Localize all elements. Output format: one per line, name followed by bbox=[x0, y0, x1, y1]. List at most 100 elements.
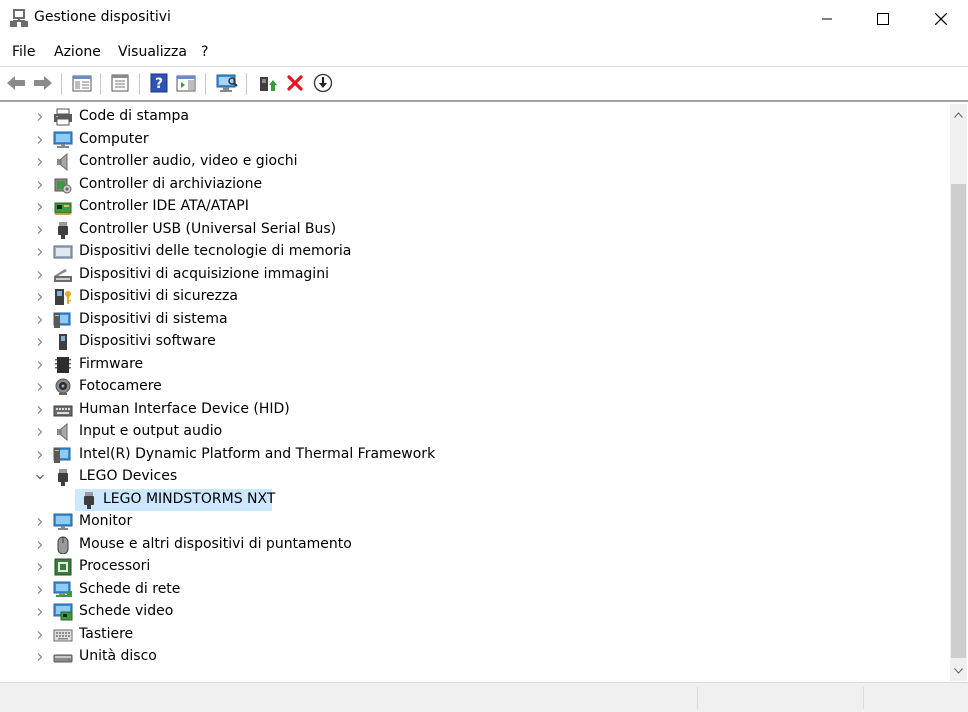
uninstall-device-button[interactable] bbox=[283, 70, 307, 96]
forward-arrow-icon bbox=[34, 76, 52, 90]
properties-button[interactable] bbox=[108, 70, 132, 96]
tree-item-label: Code di stampa bbox=[79, 108, 189, 124]
hid-keyboard-icon bbox=[53, 405, 73, 416]
tree-category-item[interactable]: Dispositivi di sicurezza bbox=[1, 286, 941, 308]
chevron-right-icon[interactable] bbox=[34, 291, 46, 303]
back-button[interactable] bbox=[4, 70, 28, 96]
device-tree[interactable]: Code di stampa Computer Controller audio, … bbox=[1, 104, 950, 681]
chevron-right-icon[interactable] bbox=[34, 201, 46, 213]
tree-category-item[interactable]: Controller IDE ATA/ATAPI bbox=[1, 196, 941, 218]
menu-visualizza[interactable]: Visualizza bbox=[118, 44, 187, 60]
tree-item-label: Monitor bbox=[79, 513, 133, 529]
network-adapter-icon bbox=[53, 581, 72, 597]
chevron-right-icon[interactable] bbox=[34, 449, 46, 461]
tree-category-item[interactable]: Human Interface Device (HID) bbox=[1, 399, 941, 421]
minimize-button[interactable] bbox=[804, 0, 850, 38]
chevron-right-icon[interactable] bbox=[34, 156, 46, 168]
chevron-right-icon[interactable] bbox=[34, 269, 46, 281]
chevron-right-icon[interactable] bbox=[34, 516, 46, 528]
status-bar bbox=[0, 682, 968, 712]
keyboard-icon bbox=[53, 629, 73, 641]
tree-category-item[interactable]: Dispositivi delle tecnologie di memoria bbox=[1, 241, 941, 263]
chevron-right-icon[interactable] bbox=[34, 336, 46, 348]
tree-category-item[interactable]: Computer bbox=[1, 129, 941, 151]
tree-category-item[interactable]: Dispositivi di sistema bbox=[1, 309, 941, 331]
tree-category-item[interactable]: Schede video bbox=[1, 601, 941, 623]
chevron-right-icon[interactable] bbox=[34, 359, 46, 371]
speaker-icon bbox=[57, 423, 68, 441]
show-hide-console-tree-icon bbox=[72, 75, 92, 92]
chevron-right-icon[interactable] bbox=[34, 134, 46, 146]
menu-help[interactable]: ? bbox=[201, 44, 208, 60]
tree-category-item[interactable]: Dispositivi software bbox=[1, 331, 941, 353]
forward-button[interactable] bbox=[31, 70, 55, 96]
device-manager-icon bbox=[10, 9, 28, 27]
chevron-right-icon[interactable] bbox=[34, 179, 46, 191]
tree-category-item[interactable]: Fotocamere bbox=[1, 376, 941, 398]
software-device-icon bbox=[59, 334, 67, 350]
tree-category-item[interactable]: Processori bbox=[1, 556, 941, 578]
tree-category-item[interactable]: Unità disco bbox=[1, 646, 941, 668]
tree-child-item[interactable]: LEGO MINDSTORMS NXT bbox=[1, 488, 941, 511]
chevron-right-icon[interactable] bbox=[34, 561, 46, 573]
help-button[interactable]: ? bbox=[147, 70, 171, 96]
chevron-right-icon[interactable] bbox=[34, 584, 46, 596]
tree-category-item[interactable]: Controller USB (Universal Serial Bus) bbox=[1, 219, 941, 241]
toolbar-separator bbox=[205, 73, 206, 95]
close-button[interactable] bbox=[918, 0, 964, 38]
tree-category-item[interactable]: LEGO Devices bbox=[1, 466, 941, 488]
tree-item-label: Dispositivi di acquisizione immagini bbox=[79, 265, 329, 282]
firmware-chip-icon bbox=[55, 356, 71, 373]
tree-item-label: Schede video bbox=[79, 603, 174, 619]
tree-category-item[interactable]: Schede di rete bbox=[1, 579, 941, 601]
chevron-right-icon[interactable] bbox=[34, 629, 46, 641]
tree-category-item[interactable]: Tastiere bbox=[1, 624, 941, 646]
tree-item-label: Schede di rete bbox=[79, 580, 181, 597]
tree-item-label: Tastiere bbox=[79, 625, 134, 642]
tree-category-item[interactable]: Controller di archiviazione bbox=[1, 174, 941, 196]
tree-category-item[interactable]: Controller audio, video e giochi bbox=[1, 151, 941, 173]
tree-item-label: Dispositivi delle tecnologie di memoria bbox=[79, 243, 352, 259]
update-driver-button[interactable] bbox=[255, 70, 279, 96]
scroll-down-button[interactable] bbox=[950, 662, 967, 679]
title-bar: Gestione dispositivi bbox=[0, 0, 968, 38]
chevron-right-icon[interactable] bbox=[34, 404, 46, 416]
chevron-right-icon[interactable] bbox=[34, 224, 46, 236]
tree-item-label: Intel(R) Dynamic Platform and Thermal Fr… bbox=[79, 445, 436, 462]
tree-category-item[interactable]: Firmware bbox=[1, 354, 941, 376]
tree-category-item[interactable]: Intel(R) Dynamic Platform and Thermal Fr… bbox=[1, 444, 941, 466]
update-driver-icon bbox=[260, 77, 277, 91]
chevron-right-icon[interactable] bbox=[34, 539, 46, 551]
scan-hardware-button[interactable] bbox=[215, 70, 239, 96]
uninstall-device-icon bbox=[287, 75, 303, 91]
chevron-right-icon[interactable] bbox=[34, 606, 46, 618]
tree-item-label: Mouse e altri dispositivi di puntamento bbox=[79, 535, 352, 552]
action-pane-button[interactable] bbox=[174, 70, 198, 96]
tree-category-item[interactable]: Dispositivi di acquisizione immagini bbox=[1, 264, 941, 286]
menu-azione[interactable]: Azione bbox=[54, 44, 101, 60]
tree-item-label: Firmware bbox=[79, 355, 144, 372]
scroll-up-button[interactable] bbox=[950, 106, 967, 123]
chevron-right-icon[interactable] bbox=[34, 381, 46, 393]
chevron-right-icon[interactable] bbox=[34, 426, 46, 438]
chevron-right-icon[interactable] bbox=[34, 246, 46, 258]
tree-category-item[interactable]: Mouse e altri dispositivi di puntamento bbox=[1, 534, 941, 556]
chevron-right-icon[interactable] bbox=[34, 111, 46, 123]
menu-file[interactable]: File bbox=[12, 44, 35, 60]
maximize-button[interactable] bbox=[860, 0, 906, 38]
minimize-icon bbox=[822, 18, 832, 20]
scroll-thumb[interactable] bbox=[951, 184, 966, 658]
chevron-right-icon[interactable] bbox=[34, 314, 46, 326]
tree-category-item[interactable]: Monitor bbox=[1, 511, 941, 533]
properties-icon bbox=[111, 74, 129, 92]
monitor-icon bbox=[53, 513, 73, 530]
chevron-right-icon[interactable] bbox=[34, 651, 46, 663]
chevron-down-icon[interactable] bbox=[34, 471, 46, 483]
status-cell bbox=[697, 687, 863, 709]
tree-category-item[interactable]: Code di stampa bbox=[1, 106, 941, 128]
vertical-scrollbar[interactable] bbox=[950, 104, 967, 681]
tree-item-label: Dispositivi software bbox=[79, 333, 216, 349]
tree-category-item[interactable]: Input e output audio bbox=[1, 421, 941, 443]
disable-device-button[interactable] bbox=[311, 70, 335, 96]
console-tree-button[interactable] bbox=[70, 70, 94, 96]
